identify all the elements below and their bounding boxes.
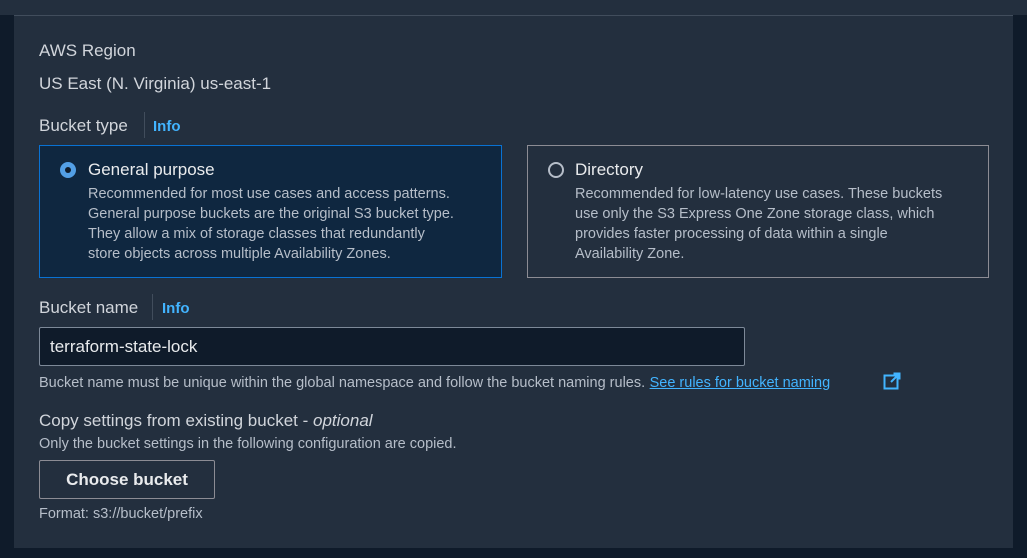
bucket-type-info-link[interactable]: Info (153, 118, 181, 135)
bucket-name-hint: Bucket name must be unique within the gl… (39, 375, 646, 391)
external-link-icon[interactable] (883, 372, 901, 390)
label-divider (152, 294, 153, 320)
copy-settings-label: Copy settings from existing bucket - opt… (39, 411, 373, 430)
directory-title: Directory (575, 160, 644, 179)
radio-directory[interactable] (548, 162, 564, 178)
general-purpose-description: Recommended for most use cases and acces… (88, 186, 454, 262)
label-divider (144, 112, 145, 138)
bucket-naming-rules-link[interactable]: See rules for bucket naming (650, 375, 831, 391)
bucket-name-info-link[interactable]: Info (162, 300, 190, 317)
copy-settings-description: Only the bucket settings in the followin… (39, 436, 457, 452)
radio-general-purpose[interactable] (60, 162, 76, 178)
bucket-name-input[interactable]: terraform-state-lock (39, 327, 745, 366)
top-bar (0, 0, 1027, 15)
bucket-name-label: Bucket name (39, 298, 139, 317)
region-value: US East (N. Virginia) us-east-1 (39, 74, 272, 93)
general-configuration-panel: AWS Region US East (N. Virginia) us-east… (14, 15, 1013, 548)
bucket-type-directory[interactable]: Directory Recommended for low-latency us… (527, 145, 989, 278)
bucket-type-label: Bucket type (39, 116, 128, 135)
directory-description: Recommended for low-latency use cases. T… (575, 186, 943, 262)
format-hint: Format: s3://bucket/prefix (39, 506, 203, 522)
choose-bucket-button[interactable]: Choose bucket (39, 460, 215, 499)
bucket-type-general-purpose[interactable]: General purpose Recommended for most use… (39, 145, 502, 278)
region-label: AWS Region (39, 41, 136, 60)
right-gutter (1013, 15, 1027, 558)
general-purpose-title: General purpose (88, 160, 215, 179)
bucket-name-hint-row: Bucket name must be unique within the gl… (39, 374, 830, 392)
